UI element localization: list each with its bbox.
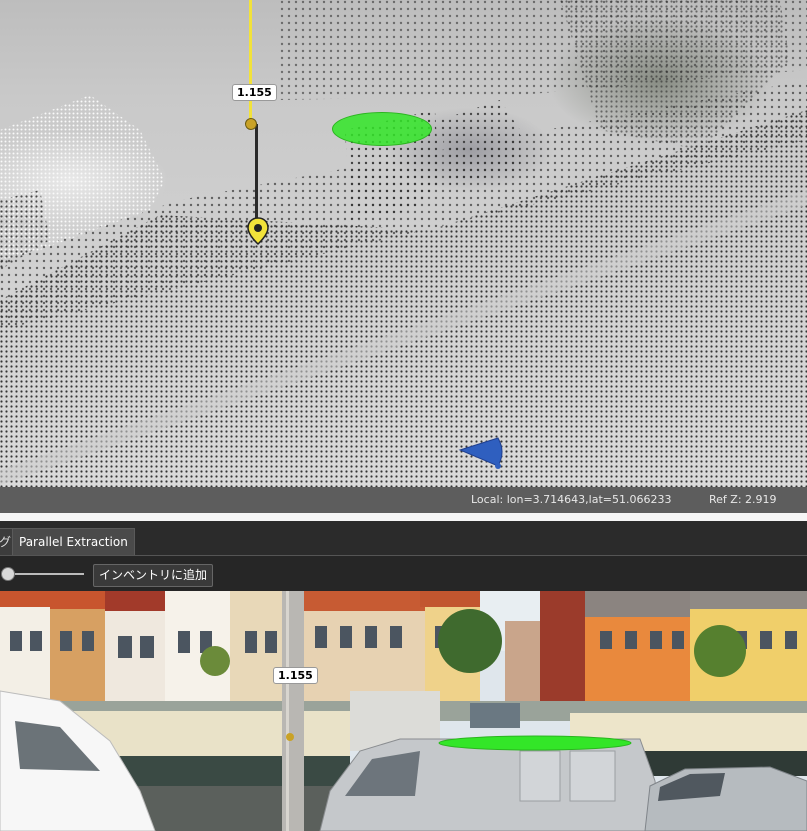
location-marker-icon[interactable] — [246, 216, 270, 246]
street-panorama — [0, 591, 807, 831]
reference-z: Ref Z: 2.919 — [709, 493, 777, 506]
coordinate-status-bar: Local: lon=3.714643,lat=51.066233 Ref Z:… — [0, 487, 807, 513]
point-cloud-viewport[interactable]: 1.155 — [0, 0, 807, 490]
camera-view-cone-icon[interactable] — [458, 436, 508, 472]
height-pole-lower — [255, 124, 258, 224]
height-pole-upper — [249, 0, 252, 124]
panel-divider[interactable] — [0, 513, 807, 521]
extraction-toolbar: インベントリに追加 — [0, 556, 807, 591]
add-to-inventory-button[interactable]: インベントリに追加 — [93, 564, 214, 587]
tab-parallel-extraction[interactable]: Parallel Extraction — [12, 528, 135, 555]
point-cloud-dots — [0, 0, 807, 490]
street-photo-view[interactable]: 1.155 — [0, 591, 807, 831]
pole-handle[interactable] — [245, 118, 257, 130]
slider-track[interactable] — [4, 573, 84, 575]
tab-bar: グ Parallel Extraction — [0, 521, 807, 556]
selection-disc[interactable] — [332, 112, 432, 146]
measurement-label: 1.155 — [232, 84, 277, 101]
photo-measurement-label: 1.155 — [273, 667, 318, 684]
local-coordinates: Local: lon=3.714643,lat=51.066233 — [471, 493, 672, 506]
slider-thumb[interactable] — [1, 567, 15, 581]
